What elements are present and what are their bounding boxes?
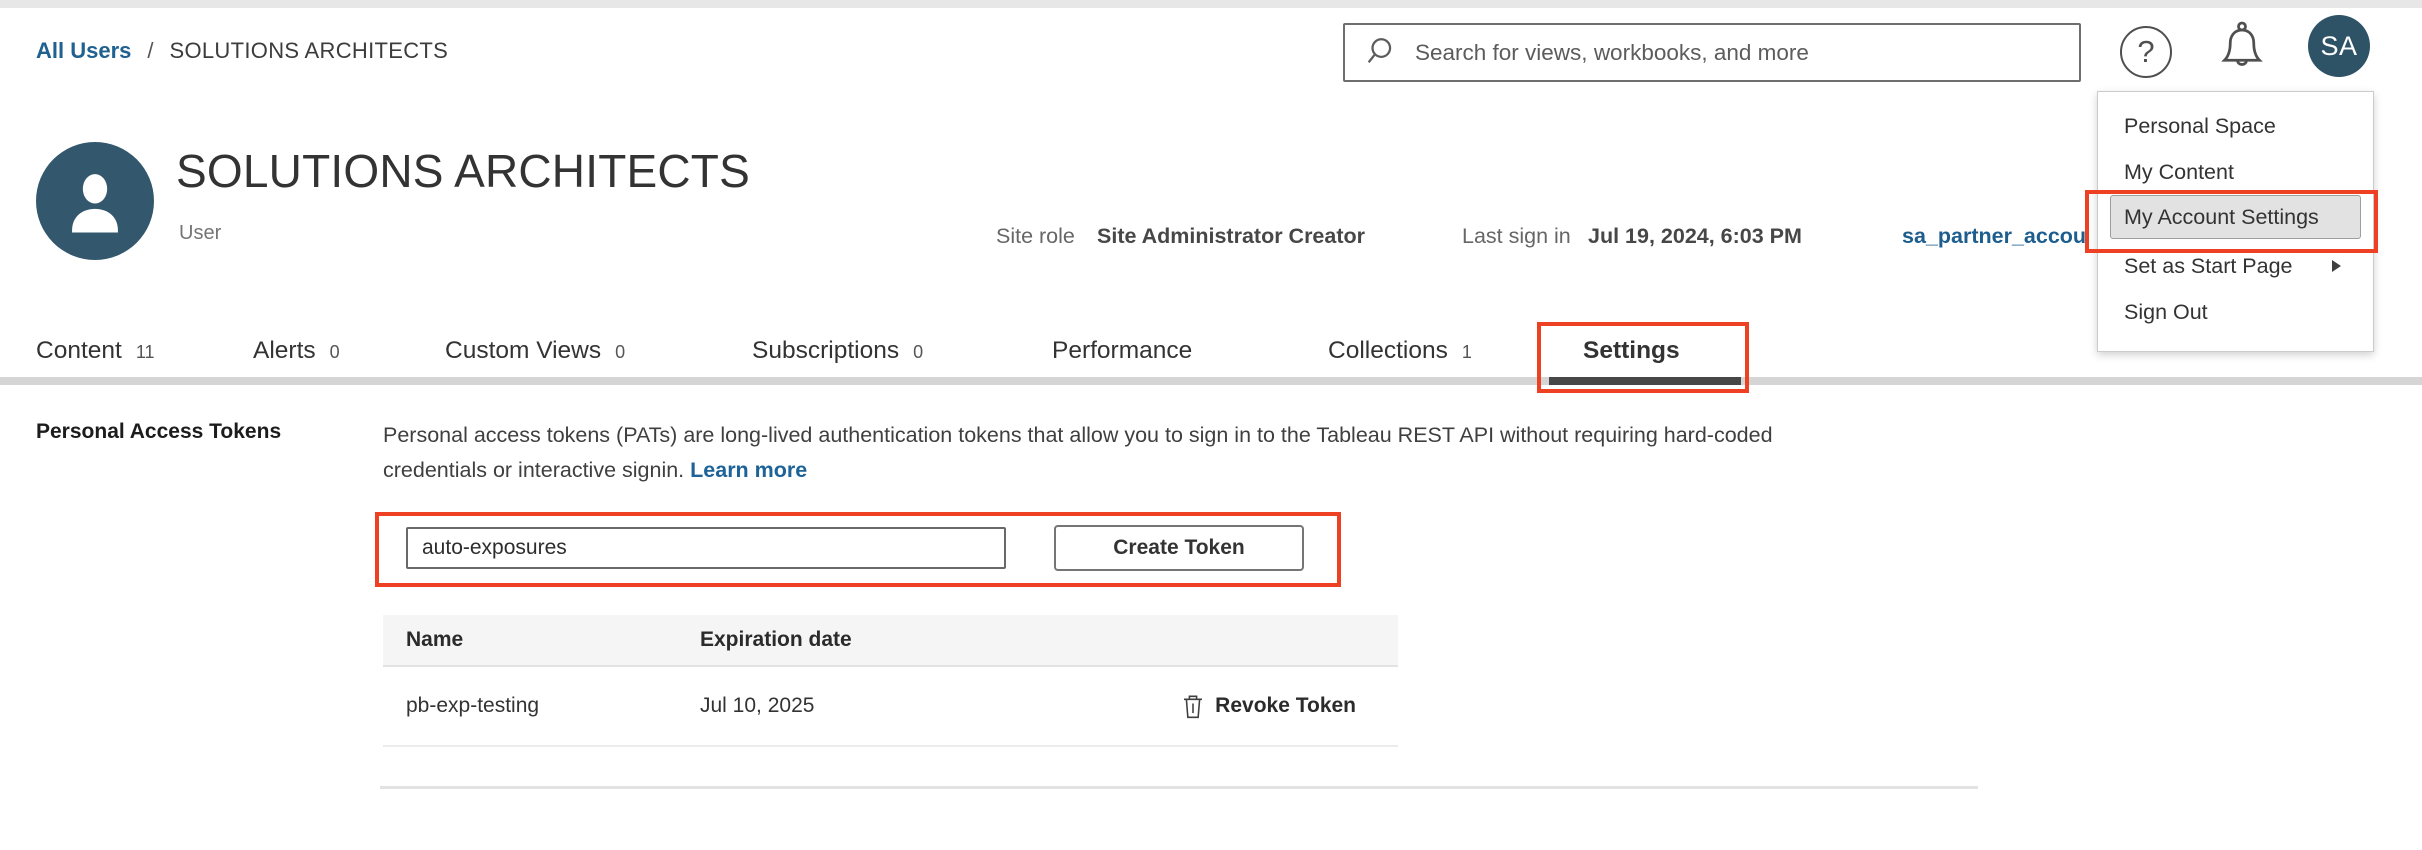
tab-count: 1 (1462, 342, 1472, 363)
pat-description: Personal access tokens (PATs) are long-l… (383, 418, 2003, 488)
breadcrumb-current: SOLUTIONS ARCHITECTS (170, 38, 449, 64)
menu-item-my-account-settings[interactable]: My Account Settings (2110, 195, 2361, 239)
column-header-expiration: Expiration date (700, 628, 852, 652)
search-bar[interactable] (1343, 23, 2081, 82)
menu-item-label: Set as Start Page (2124, 254, 2293, 278)
tab-count: 0 (330, 342, 340, 363)
tab-count: 11 (136, 342, 155, 363)
menu-item-personal-space[interactable]: Personal Space (2098, 103, 2373, 149)
submenu-arrow-icon (2332, 260, 2341, 272)
user-avatar[interactable]: SA (2308, 15, 2370, 77)
tab-performance[interactable]: Performance (1052, 337, 1192, 365)
learn-more-link[interactable]: Learn more (690, 458, 807, 482)
revoke-token-label: Revoke Token (1215, 694, 1356, 718)
tab-subscriptions[interactable]: Subscriptions 0 (752, 337, 923, 365)
pat-section-label: Personal Access Tokens (36, 420, 281, 444)
table-row: pb-exp-testing Jul 10, 2025 Revoke Token (383, 667, 1398, 747)
tab-label: Alerts (253, 337, 316, 365)
site-role-label: Site role (996, 224, 1075, 249)
help-icon[interactable]: ? (2120, 26, 2172, 78)
page-title: SOLUTIONS ARCHITECTS (176, 144, 750, 198)
menu-item-my-content[interactable]: My Content (2098, 149, 2373, 195)
last-signin-label: Last sign in (1462, 224, 1571, 249)
tab-label: Content (36, 337, 122, 365)
notifications-bell-icon[interactable] (2212, 18, 2272, 78)
tab-label: Custom Views (445, 337, 601, 365)
tab-label: Collections (1328, 337, 1448, 365)
tab-count: 0 (615, 342, 625, 363)
revoke-token-button[interactable]: Revoke Token (1181, 693, 1398, 720)
breadcrumb-all-users-link[interactable]: All Users (36, 38, 131, 64)
section-divider (380, 786, 1978, 789)
tab-label: Settings (1583, 337, 1680, 365)
selected-tab-indicator (1549, 377, 1741, 385)
pat-description-line2: credentials or interactive signin. (383, 458, 684, 482)
account-username-link[interactable]: sa_partner_accou (1902, 224, 2086, 249)
pat-table-header: Name Expiration date (383, 615, 1398, 667)
tab-settings[interactable]: Settings (1583, 337, 1680, 365)
breadcrumb-separator: / (147, 38, 153, 64)
search-input[interactable] (1415, 40, 2055, 66)
tab-custom-views[interactable]: Custom Views 0 (445, 337, 625, 365)
tab-label: Subscriptions (752, 337, 899, 365)
site-role-value: Site Administrator Creator (1097, 224, 1365, 249)
token-name-cell: pb-exp-testing (383, 694, 700, 718)
tab-alerts[interactable]: Alerts 0 (253, 337, 340, 365)
last-signin-value: Jul 19, 2024, 6:03 PM (1588, 224, 1802, 249)
create-token-button[interactable]: Create Token (1054, 525, 1304, 571)
window-top-strip (0, 0, 2422, 8)
search-icon (1365, 36, 1399, 70)
tab-count: 0 (913, 342, 923, 363)
tabs-divider (0, 377, 2422, 385)
pat-description-line1: Personal access tokens (PATs) are long-l… (383, 423, 1773, 447)
pat-table: Name Expiration date pb-exp-testing Jul … (383, 615, 1398, 747)
token-name-input[interactable] (406, 527, 1006, 569)
trash-icon (1181, 693, 1205, 720)
token-expiration-cell: Jul 10, 2025 (700, 694, 1181, 718)
avatar-initials: SA (2320, 31, 2357, 62)
column-header-name: Name (383, 628, 700, 652)
profile-meta-row: Site role Site Administrator Creator Las… (0, 224, 2422, 254)
tab-bar: Content 11 Alerts 0 Custom Views 0 Subsc… (0, 337, 2422, 369)
account-dropdown-menu: Personal Space My Content My Account Set… (2097, 91, 2374, 352)
menu-item-sign-out[interactable]: Sign Out (2098, 289, 2373, 335)
tab-label: Performance (1052, 337, 1192, 365)
tab-collections[interactable]: Collections 1 (1328, 337, 1472, 365)
tab-content[interactable]: Content 11 (36, 337, 155, 365)
breadcrumb: All Users / SOLUTIONS ARCHITECTS (36, 38, 448, 64)
menu-item-set-as-start-page[interactable]: Set as Start Page (2098, 243, 2373, 289)
